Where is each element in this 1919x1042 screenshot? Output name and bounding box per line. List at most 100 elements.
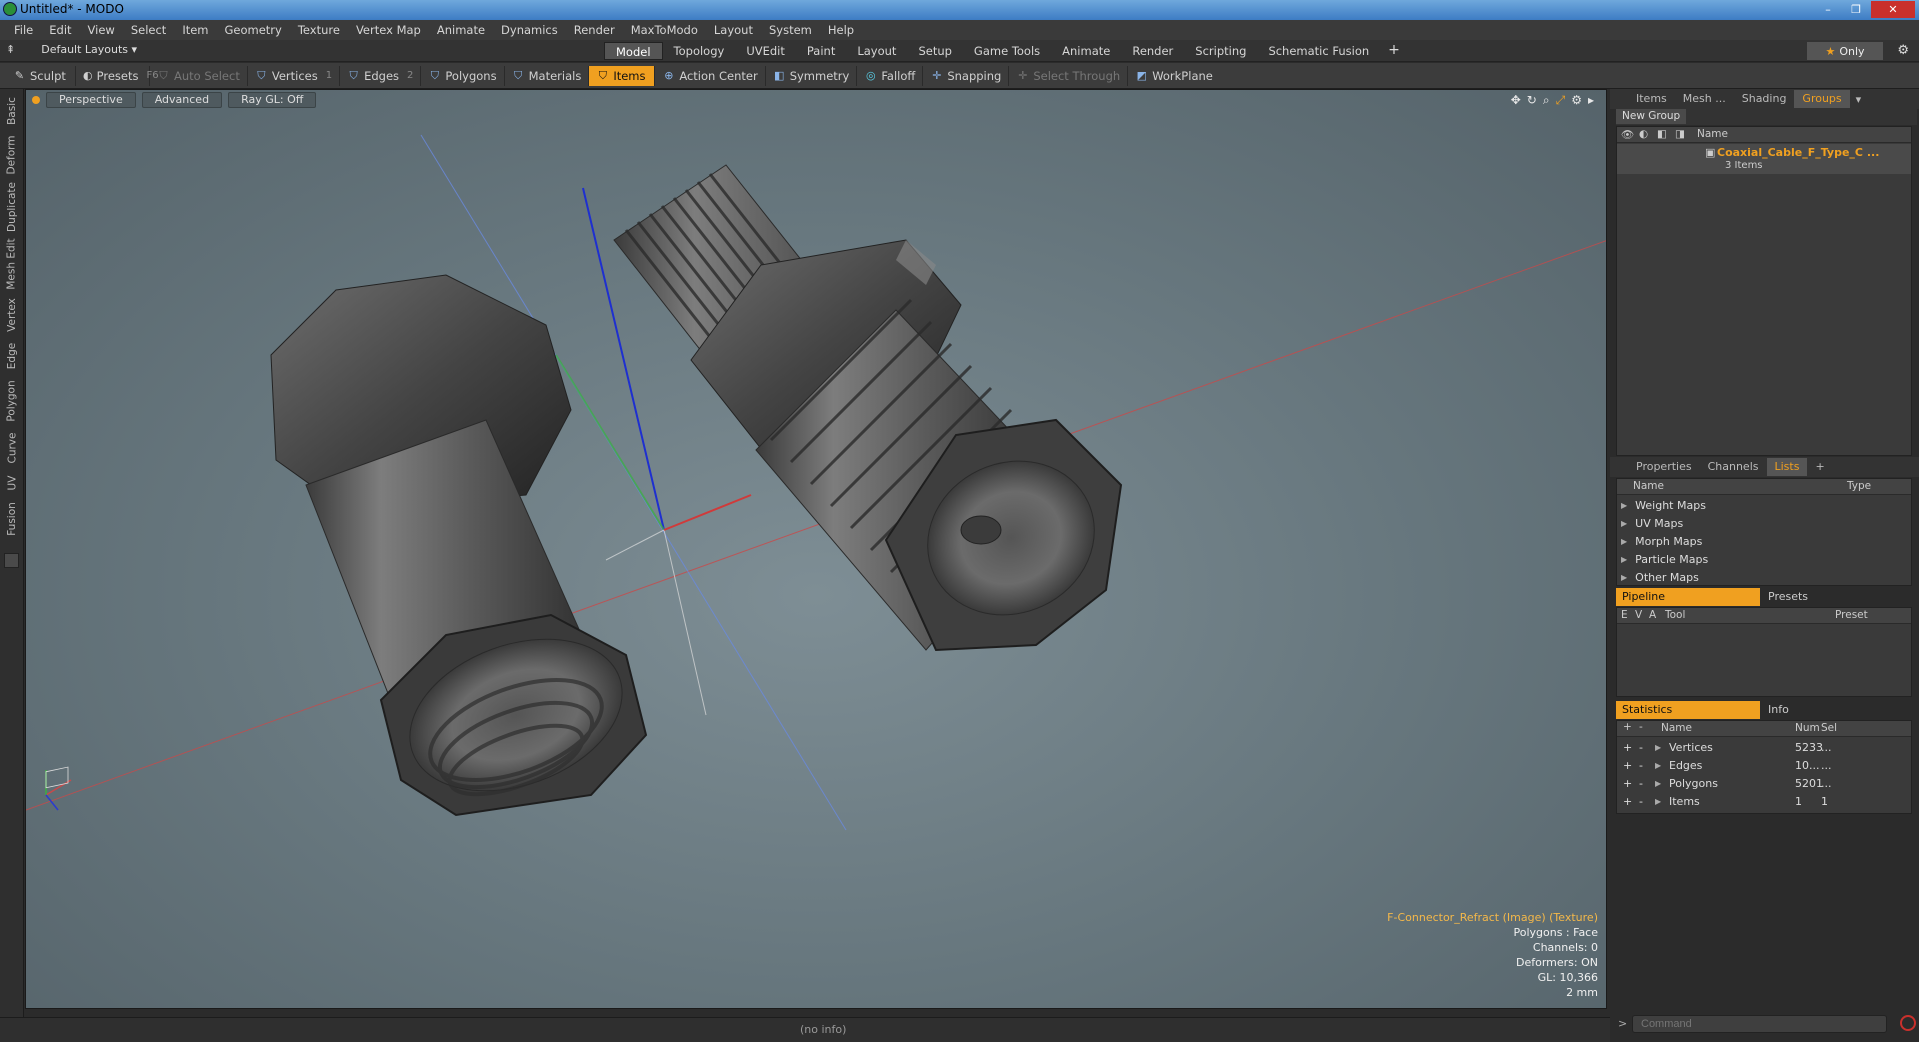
left-tab-deform[interactable]: Deform xyxy=(0,133,24,177)
advanced-dropdown[interactable]: Advanced xyxy=(141,92,223,108)
tab-info[interactable]: Info xyxy=(1760,701,1789,719)
menu-view[interactable]: View xyxy=(80,23,123,37)
menu-render[interactable]: Render xyxy=(566,23,623,37)
layout-up-icon[interactable]: ⇞ xyxy=(6,43,15,56)
menu-geometry[interactable]: Geometry xyxy=(217,23,290,37)
default-layouts-dropdown[interactable]: Default Layouts ▾ xyxy=(41,43,137,56)
left-tab-uv[interactable]: UV xyxy=(0,471,24,495)
list-item[interactable]: ▶ Particle Maps xyxy=(1617,550,1708,568)
left-tab-basic[interactable]: Basic xyxy=(0,93,24,129)
stats-row-edges[interactable]: + - ▶ Edges 10... ... xyxy=(1617,756,1911,774)
stats-row-items[interactable]: + - ▶ Items 1 1 xyxy=(1617,792,1911,810)
menu-edit[interactable]: Edit xyxy=(41,23,79,37)
menu-maxtomodo[interactable]: MaxToModo xyxy=(623,23,706,37)
workplane-button[interactable]: ◩ WorkPlane xyxy=(1128,66,1220,86)
select-through-button[interactable]: ✛ Select Through xyxy=(1009,65,1129,86)
list-item[interactable]: ▶ Other Maps xyxy=(1617,568,1699,586)
left-tab-curve[interactable]: Curve xyxy=(0,429,24,467)
tab-layout[interactable]: Layout xyxy=(846,42,907,60)
command-input[interactable] xyxy=(1632,1015,1887,1033)
pan-icon[interactable]: ✥ xyxy=(1511,93,1521,108)
perspective-dropdown[interactable]: Perspective xyxy=(46,92,136,108)
add-tab-button[interactable]: + xyxy=(1380,42,1408,60)
rotate-icon[interactable]: ↻ xyxy=(1527,93,1537,108)
left-tab-mesh-edit[interactable]: Mesh Edit xyxy=(0,237,24,291)
menu-texture[interactable]: Texture xyxy=(290,23,348,37)
menu-system[interactable]: System xyxy=(761,23,820,37)
tab-shading[interactable]: Shading xyxy=(1734,90,1795,108)
sculpt-button[interactable]: ✎ Sculpt xyxy=(6,65,76,86)
menu-select[interactable]: Select xyxy=(123,23,174,37)
left-tab-vertex[interactable]: Vertex xyxy=(0,295,24,335)
presets-button[interactable]: ◐ Presets F6 xyxy=(76,65,159,86)
polygons-button[interactable]: ⛉ Polygons xyxy=(421,65,505,86)
menu-layout[interactable]: Layout xyxy=(706,23,761,37)
action-center-button[interactable]: ⊕ Action Center xyxy=(655,65,766,86)
edges-icon: ⛉ xyxy=(349,69,358,82)
tab-scripting[interactable]: Scripting xyxy=(1184,42,1257,60)
left-tab-duplicate[interactable]: Duplicate xyxy=(0,181,24,233)
tab-items[interactable]: Items xyxy=(1628,90,1675,108)
snapping-button[interactable]: ✛ Snapping xyxy=(923,65,1010,86)
tab-channels[interactable]: Channels xyxy=(1700,458,1767,476)
tab-uvedit[interactable]: UVEdit xyxy=(735,42,796,60)
only-toggle[interactable]: ★ Only xyxy=(1807,42,1883,60)
stats-row-polygons[interactable]: + - ▶ Polygons 5201 ... xyxy=(1617,774,1911,792)
maximize-view-icon[interactable]: ⤢ xyxy=(1556,93,1566,108)
menu-vertex-map[interactable]: Vertex Map xyxy=(348,23,429,37)
list-item[interactable]: ▶ UV Maps xyxy=(1617,514,1683,532)
left-tab-fusion[interactable]: Fusion xyxy=(0,499,24,539)
close-button[interactable]: ✕ xyxy=(1871,1,1915,18)
tab-topology[interactable]: Topology xyxy=(663,42,736,60)
tab-presets[interactable]: Presets xyxy=(1760,588,1808,606)
group-row[interactable]: ▣ Coaxial_Cable_F_Type_C ... 3 Items xyxy=(1617,144,1911,174)
record-icon[interactable] xyxy=(1900,1015,1916,1031)
groups-col-name: Name xyxy=(1697,128,1728,140)
stats-row-vertices[interactable]: + - ▶ Vertices 5233 ... xyxy=(1617,738,1911,756)
falloff-button[interactable]: ◎ Falloff xyxy=(857,65,924,86)
chevron-down-icon[interactable]: ▾ xyxy=(1856,93,1862,106)
left-tab-polygon[interactable]: Polygon xyxy=(0,377,24,425)
tab-paint[interactable]: Paint xyxy=(796,42,846,60)
tab-animate[interactable]: Animate xyxy=(1051,42,1121,60)
raygl-dropdown[interactable]: Ray GL: Off xyxy=(228,92,317,108)
tab-statistics[interactable]: Statistics xyxy=(1616,701,1760,719)
tab-groups[interactable]: Groups xyxy=(1794,90,1850,108)
edges-button[interactable]: ⛉ Edges 2 xyxy=(340,65,422,86)
tab-schematic-fusion[interactable]: Schematic Fusion xyxy=(1257,42,1380,60)
vertices-button[interactable]: ⛉ Vertices 1 xyxy=(248,65,341,86)
tab-properties[interactable]: Properties xyxy=(1628,458,1700,476)
tab-render[interactable]: Render xyxy=(1121,42,1184,60)
minimize-button[interactable]: – xyxy=(1815,1,1841,18)
items-button[interactable]: ⛉ Items xyxy=(589,65,656,86)
groups-list: 👁 ◐ ◧ ◨ Name ▣ Coaxial_Cable_F_Type_C ..… xyxy=(1616,126,1912,456)
list-item[interactable]: ▶ Morph Maps xyxy=(1617,532,1702,550)
tab-game-tools[interactable]: Game Tools xyxy=(963,42,1051,60)
left-panel-toggle[interactable] xyxy=(4,553,19,568)
menu-dynamics[interactable]: Dynamics xyxy=(493,23,566,37)
menu-animate[interactable]: Animate xyxy=(429,23,493,37)
tab-setup[interactable]: Setup xyxy=(907,42,962,60)
viewport-arrow-icon[interactable]: ▸ xyxy=(1588,93,1594,108)
tab-mesh[interactable]: Mesh ... xyxy=(1675,90,1734,108)
left-tab-edge[interactable]: Edge xyxy=(0,339,24,373)
symmetry-button[interactable]: ◧ Symmetry xyxy=(766,65,858,86)
gear-icon[interactable]: ⚙ xyxy=(1897,43,1909,58)
maximize-button[interactable]: ❐ xyxy=(1843,1,1869,18)
tab-pipeline[interactable]: Pipeline xyxy=(1616,588,1760,606)
auto-select-button[interactable]: ⛉ Auto Select xyxy=(150,65,248,86)
menu-help[interactable]: Help xyxy=(820,23,862,37)
list-item[interactable]: ▶ Weight Maps xyxy=(1617,496,1706,514)
viewport-gear-icon[interactable]: ⚙ xyxy=(1571,93,1582,108)
scene-render[interactable] xyxy=(26,90,1607,1009)
add-panel-tab-button[interactable]: + xyxy=(1807,458,1832,476)
tab-lists[interactable]: Lists xyxy=(1766,458,1808,476)
zoom-icon[interactable]: ⌕ xyxy=(1543,93,1550,108)
new-group-button[interactable]: New Group xyxy=(1616,109,1687,124)
materials-button[interactable]: ⛉ Materials xyxy=(505,65,590,86)
menu-item[interactable]: Item xyxy=(174,23,216,37)
tab-model[interactable]: Model xyxy=(604,42,663,60)
3d-viewport[interactable]: Perspective Advanced Ray GL: Off ✥ ↻ ⌕ ⤢… xyxy=(25,89,1607,1009)
menu-file[interactable]: File xyxy=(6,23,41,37)
viewport-menu-dot[interactable] xyxy=(32,96,40,104)
